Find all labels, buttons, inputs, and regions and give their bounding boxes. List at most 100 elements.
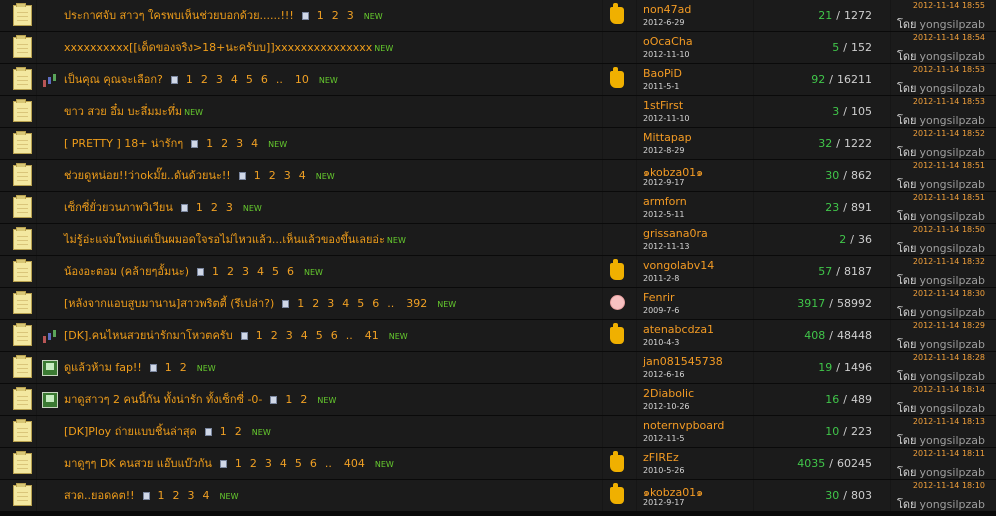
page-link[interactable]: 3 [327, 297, 334, 310]
last-post-date[interactable]: 2012-11-14 18:52 [913, 129, 985, 138]
page-link[interactable]: 2 [180, 361, 187, 374]
page-link[interactable]: 3 [284, 169, 291, 182]
last-post-date[interactable]: 2012-11-14 18:32 [913, 257, 985, 266]
author-link[interactable]: Fenrir [643, 291, 675, 304]
page-link[interactable]: 1 [158, 489, 165, 502]
page-link[interactable]: 6 [287, 265, 294, 278]
page-link[interactable]: 6 [261, 73, 268, 86]
author-link[interactable]: Mittapap [643, 131, 692, 144]
last-post-user-link[interactable]: yongsilpzab [919, 50, 985, 63]
thread-title-link[interactable]: ประกาศจับ สาวๆ ใครพบเห็นช่วยบอกด้วย.....… [64, 9, 294, 22]
page-link[interactable]: 1 [235, 457, 242, 470]
page-link[interactable]: 2 [269, 169, 276, 182]
author-link[interactable]: atenabcdza1 [643, 323, 714, 336]
page-link[interactable]: 1 [165, 361, 172, 374]
author-link[interactable]: noternvpboard [643, 419, 724, 432]
page-link[interactable]: 6 [372, 297, 379, 310]
page-link[interactable]: 1 [256, 329, 263, 342]
last-post-user-link[interactable]: yongsilpzab [919, 178, 985, 191]
page-link[interactable]: 3 [226, 201, 233, 214]
thread-title-link[interactable]: xxxxxxxxxx[[เด็ดของจริง>18+นะครับบ]]xxxx… [64, 41, 372, 54]
page-link[interactable]: 1 [317, 9, 324, 22]
page-link[interactable]: 2 [235, 425, 242, 438]
thread-title-link[interactable]: [DK]Ploy ถ่ายแบบชิ้นล่าสุด [64, 425, 197, 438]
author-link[interactable]: grissana0ra [643, 227, 708, 240]
thread-title-link[interactable]: [ PRETTY ] 18+ น่ารักๆ [64, 137, 183, 150]
page-link[interactable]: 3 [216, 73, 223, 86]
page-link[interactable]: 2 [211, 201, 218, 214]
last-post-date[interactable]: 2012-11-14 18:29 [913, 321, 985, 330]
last-post-date[interactable]: 2012-11-14 18:11 [913, 449, 985, 458]
last-post-user-link[interactable]: yongsilpzab [919, 466, 985, 479]
page-link[interactable]: 6 [331, 329, 338, 342]
author-link[interactable]: 1stFirst [643, 99, 683, 112]
last-post-date[interactable]: 2012-11-14 18:55 [913, 1, 985, 10]
page-link[interactable]: 5 [272, 265, 279, 278]
last-post-user-link[interactable]: yongsilpzab [919, 370, 985, 383]
last-page-link[interactable]: 392 [406, 297, 427, 310]
page-link[interactable]: 4 [203, 489, 210, 502]
thread-title-link[interactable]: ช่วยดูหน่อย!!ว่าokมั๊ย..ดันด้วยนะ!! [64, 169, 231, 182]
thread-title-link[interactable]: มาดูๆๆ DK คนสวย แอ๊บแบ๊วกัน [64, 457, 212, 470]
page-link[interactable]: 5 [316, 329, 323, 342]
page-link[interactable]: 5 [295, 457, 302, 470]
thread-title-link[interactable]: มาดูสาวๆ 2 คนนี้กัน ทั้งน่ารัก ทั้งเซ็กซ… [64, 393, 262, 406]
thread-title-link[interactable]: น้องอะตอม (คล้ายๆอั้มนะ) [64, 265, 189, 278]
thread-title-link[interactable]: เซ็กซี่ยั่วยวนภาพวิเวียน [64, 201, 173, 214]
last-post-user-link[interactable]: yongsilpzab [919, 274, 985, 287]
thread-title-link[interactable]: ดูแล้วห้าม fap!! [64, 361, 142, 374]
last-post-user-link[interactable]: yongsilpzab [919, 434, 985, 447]
page-link[interactable]: 2 [221, 137, 228, 150]
author-link[interactable]: non47ad [643, 3, 691, 16]
page-link[interactable]: 1 [297, 297, 304, 310]
page-link[interactable]: 3 [188, 489, 195, 502]
last-post-date[interactable]: 2012-11-14 18:14 [913, 385, 985, 394]
author-link[interactable]: armforn [643, 195, 687, 208]
last-page-link[interactable]: 10 [295, 73, 309, 86]
thread-title-link[interactable]: [DK].คนไหนสวยน่ารักมาโหวตครับ [64, 329, 233, 342]
page-link[interactable]: 3 [236, 137, 243, 150]
page-link[interactable]: 1 [196, 201, 203, 214]
last-post-user-link[interactable]: yongsilpzab [919, 402, 985, 415]
thread-title-link[interactable]: สวด..ยอดคต!! [64, 489, 135, 502]
page-link[interactable]: 2 [173, 489, 180, 502]
last-post-date[interactable]: 2012-11-14 18:51 [913, 161, 985, 170]
last-post-date[interactable]: 2012-11-14 18:54 [913, 33, 985, 42]
last-post-date[interactable]: 2012-11-14 18:13 [913, 417, 985, 426]
last-post-date[interactable]: 2012-11-14 18:51 [913, 193, 985, 202]
last-page-link[interactable]: 41 [365, 329, 379, 342]
page-link[interactable]: 2 [332, 9, 339, 22]
last-post-user-link[interactable]: yongsilpzab [919, 306, 985, 319]
author-link[interactable]: vongolabv14 [643, 259, 714, 272]
thread-title-link[interactable]: ไม่รู้อ่ะแจ่มใหม่แต่เป็นผมอดใจรอไม่ไหวแล… [64, 233, 385, 246]
last-page-link[interactable]: 404 [344, 457, 365, 470]
page-link[interactable]: 2 [250, 457, 257, 470]
page-link[interactable]: 4 [231, 73, 238, 86]
last-post-user-link[interactable]: yongsilpzab [919, 210, 985, 223]
last-post-user-link[interactable]: yongsilpzab [919, 82, 985, 95]
page-link[interactable]: 3 [242, 265, 249, 278]
page-link[interactable]: 2 [227, 265, 234, 278]
page-link[interactable]: 1 [254, 169, 261, 182]
page-link[interactable]: 1 [206, 137, 213, 150]
page-link[interactable]: 1 [186, 73, 193, 86]
page-link[interactable]: 1 [220, 425, 227, 438]
page-link[interactable]: 4 [299, 169, 306, 182]
last-post-user-link[interactable]: yongsilpzab [919, 498, 985, 511]
page-link[interactable]: 3 [347, 9, 354, 22]
last-post-date[interactable]: 2012-11-14 18:50 [913, 225, 985, 234]
last-post-date[interactable]: 2012-11-14 18:53 [913, 65, 985, 74]
page-link[interactable]: 1 [285, 393, 292, 406]
page-link[interactable]: 4 [301, 329, 308, 342]
thread-title-link[interactable]: เป็นคุณ คุณจะเลือก? [64, 73, 163, 86]
page-link[interactable]: 3 [286, 329, 293, 342]
page-link[interactable]: 5 [246, 73, 253, 86]
page-link[interactable]: 2 [271, 329, 278, 342]
author-link[interactable]: BaoPiD [643, 67, 682, 80]
last-post-user-link[interactable]: yongsilpzab [919, 114, 985, 127]
page-link[interactable]: 3 [265, 457, 272, 470]
page-link[interactable]: 4 [280, 457, 287, 470]
last-post-date[interactable]: 2012-11-14 18:28 [913, 353, 985, 362]
page-link[interactable]: 4 [251, 137, 258, 150]
author-link[interactable]: oOcaCha [643, 35, 693, 48]
